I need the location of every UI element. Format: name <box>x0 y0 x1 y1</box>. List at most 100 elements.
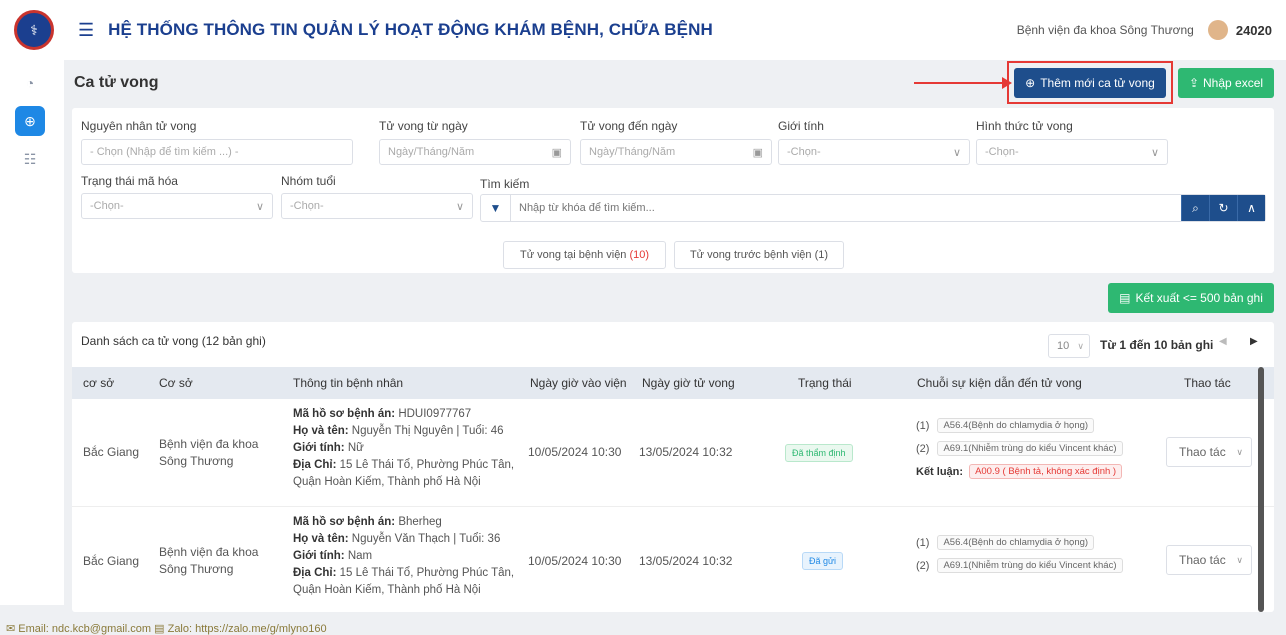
row-action-select[interactable]: Thao tác ∨ <box>1166 545 1252 575</box>
col-region: cơ sở <box>83 376 115 390</box>
gender-label: Giới tính <box>778 119 824 133</box>
death-form-value: -Chọn- <box>985 146 1019 158</box>
chevron-down-icon: ∨ <box>952 146 961 159</box>
age-group-select[interactable]: -Chọn- ∨ <box>281 193 473 219</box>
tab-death-in-hospital[interactable]: Tử vong tại bệnh viện (10) <box>503 241 666 269</box>
address-line-1: 15 Lê Thái Tổ, Phường Phúc Tân, <box>339 459 515 471</box>
to-date-input[interactable]: Ngày/Tháng/Năm ▣ <box>580 139 772 165</box>
add-death-case-button[interactable]: ⊕ Thêm mới ca tử vong <box>1014 68 1166 98</box>
medical-bag-icon[interactable]: ⊕ <box>15 106 45 136</box>
search-icon[interactable]: ⌕ <box>1181 195 1209 221</box>
row-facility: Bệnh viện đa khoa Sông Thương <box>159 437 259 468</box>
add-button-label: Thêm mới ca tử vong <box>1040 76 1155 90</box>
col-actions: Thao tác <box>1184 376 1231 390</box>
upload-icon: ⇪ <box>1188 76 1199 90</box>
user-id[interactable]: 24020 <box>1236 23 1272 38</box>
table-row: Bắc Giang Bệnh viện đa khoa Sông Thương … <box>72 507 1274 612</box>
search-input[interactable] <box>511 202 1181 214</box>
ministry-health-logo-icon: ⚕ <box>14 10 54 50</box>
record-label: Mã hồ sơ bệnh án: <box>293 408 396 420</box>
gender-value: Nữ <box>347 442 364 454</box>
tab-before-hospital-label: Tử vong trước bệnh viện (1) <box>689 249 829 261</box>
row-region: Bắc Giang <box>83 445 140 459</box>
gender-select[interactable]: -Chọn- ∨ <box>778 139 970 165</box>
cause-placeholder: - Chọn (Nhập để tìm kiếm ...) - <box>90 146 239 158</box>
chain-2-number: (2) <box>916 442 930 455</box>
app-title: HỆ THỐNG THÔNG TIN QUẢN LÝ HOẠT ĐỘNG KHÁ… <box>108 20 713 39</box>
cause-select[interactable]: - Chọn (Nhập để tìm kiếm ...) - <box>81 139 353 165</box>
chevron-down-icon: ∨ <box>1236 446 1243 457</box>
record-value: Bherheg <box>398 516 442 528</box>
col-patient-info: Thông tin bệnh nhân <box>293 376 404 390</box>
from-date-input[interactable]: Ngày/Tháng/Năm ▣ <box>379 139 571 165</box>
chain-2-tag: A69.1(Nhiễm trùng do kiểu Vincent khác) <box>937 441 1123 456</box>
patient-info: Mã hồ sơ bệnh án: Bherheg Họ và tên: Ngu… <box>293 514 514 599</box>
col-admit-time: Ngày giờ vào viện <box>530 376 627 390</box>
gender-value: -Chọn- <box>787 146 821 158</box>
address-label: Địa Chỉ: <box>293 567 337 579</box>
address-label: Địa Chỉ: <box>293 459 337 471</box>
annotation-arrow <box>914 82 1006 84</box>
event-chain: (1) A56.4(Bệnh do chlamydia ở họng) (2) A6… <box>916 414 1123 483</box>
address-line-2: Quận Hoàn Kiếm, Thành phố Hà Nội <box>293 584 481 596</box>
gender-label: Giới tính: <box>293 550 345 562</box>
to-date-label: Tử vong đến ngày <box>580 119 678 133</box>
cause-label: Nguyên nhân tử vong <box>81 119 197 133</box>
chain-1-tag: A56.4(Bệnh do chlamydia ở họng) <box>937 535 1095 550</box>
list-icon[interactable]: ☷ <box>15 144 45 174</box>
name-label: Họ và tên: <box>293 533 349 545</box>
death-time: 13/05/2024 10:32 <box>639 554 733 568</box>
death-form-label: Hình thức tử vong <box>976 119 1073 133</box>
refresh-icon[interactable]: ↻ <box>1209 195 1237 221</box>
calendar-icon[interactable]: ▣ <box>753 146 763 159</box>
row-region: Bắc Giang <box>83 554 140 568</box>
table-scrollbar[interactable] <box>1258 367 1264 612</box>
row-facility: Bệnh viện đa khoa Sông Thương <box>159 545 259 576</box>
tab-death-before-hospital[interactable]: Tử vong trước bệnh viện (1) <box>674 241 844 269</box>
col-death-time: Ngày giờ tử vong <box>642 376 735 390</box>
conclusion-label: Kết luận: <box>916 465 964 478</box>
chevron-down-icon: ∨ <box>255 200 264 213</box>
chevron-down-icon: ∨ <box>1150 146 1159 159</box>
chain-1-tag: A56.4(Bệnh do chlamydia ở họng) <box>937 418 1095 433</box>
record-value: HDUI0977767 <box>398 408 472 420</box>
import-excel-button[interactable]: ⇪ Nhập excel <box>1178 68 1274 98</box>
export-button[interactable]: ▤ Kết xuất <= 500 bản ghi <box>1108 283 1274 313</box>
to-date-placeholder: Ngày/Tháng/Năm <box>589 146 676 158</box>
death-case-table-panel: Danh sách ca tử vong (12 bản ghi) 10 ∨ T… <box>72 322 1274 612</box>
calendar-icon[interactable]: ▣ <box>552 146 562 159</box>
admit-time: 10/05/2024 10:30 <box>528 445 622 459</box>
chain-2-tag: A69.1(Nhiễm trùng do kiểu Vincent khác) <box>937 558 1123 573</box>
prev-page-icon[interactable]: ◀ <box>1219 336 1227 347</box>
chain-1-number: (1) <box>916 419 930 432</box>
chain-2-number: (2) <box>916 559 930 572</box>
user-area: Bệnh viện đa khoa Sông Thương 24020 <box>1017 20 1272 40</box>
death-form-select[interactable]: -Chọn- ∨ <box>976 139 1168 165</box>
pagination-range: Từ 1 đến 10 bản ghi <box>1100 338 1214 352</box>
row-action-select[interactable]: Thao tác ∨ <box>1166 437 1252 467</box>
next-page-icon[interactable]: ▶ <box>1250 336 1258 347</box>
list-title: Danh sách ca tử vong (12 bản ghi) <box>81 334 266 348</box>
menu-toggle-icon[interactable]: ☰ <box>78 20 94 41</box>
filter-icon[interactable]: ▼ <box>481 195 511 221</box>
death-time: 13/05/2024 10:32 <box>639 445 733 459</box>
avatar[interactable] <box>1207 20 1228 40</box>
dashboard-icon[interactable]: ◔ <box>15 68 45 98</box>
name-value: Nguyễn Văn Thạch | Tuổi: 36 <box>351 533 501 545</box>
encode-status-select[interactable]: -Chọn- ∨ <box>81 193 273 219</box>
page-title: Ca tử vong <box>74 73 159 91</box>
patient-info: Mã hồ sơ bệnh án: HDUI0977767 Họ và tên:… <box>293 406 514 491</box>
top-bar: ⚕ ☰ HỆ THỐNG THÔNG TIN QUẢN LÝ HOẠT ĐỘNG… <box>0 0 1286 60</box>
status-badge: Đã thẩm định <box>785 444 853 462</box>
chevron-down-icon: ∨ <box>1077 340 1084 351</box>
encode-status-value: -Chọn- <box>90 200 124 212</box>
chevron-up-icon[interactable]: ∧ <box>1237 195 1265 221</box>
table-header: cơ sở Cơ sở Thông tin bệnh nhân Ngày giờ… <box>72 367 1274 399</box>
page-size-select[interactable]: 10 ∨ <box>1048 334 1090 358</box>
admit-time: 10/05/2024 10:30 <box>528 554 622 568</box>
action-label: Thao tác <box>1179 553 1226 567</box>
name-label: Họ và tên: <box>293 425 349 437</box>
file-icon: ▤ <box>1119 291 1131 305</box>
address-line-1: 15 Lê Thái Tổ, Phường Phúc Tân, <box>339 567 515 579</box>
filter-panel: Nguyên nhân tử vong - Chọn (Nhập để tìm … <box>72 108 1274 273</box>
